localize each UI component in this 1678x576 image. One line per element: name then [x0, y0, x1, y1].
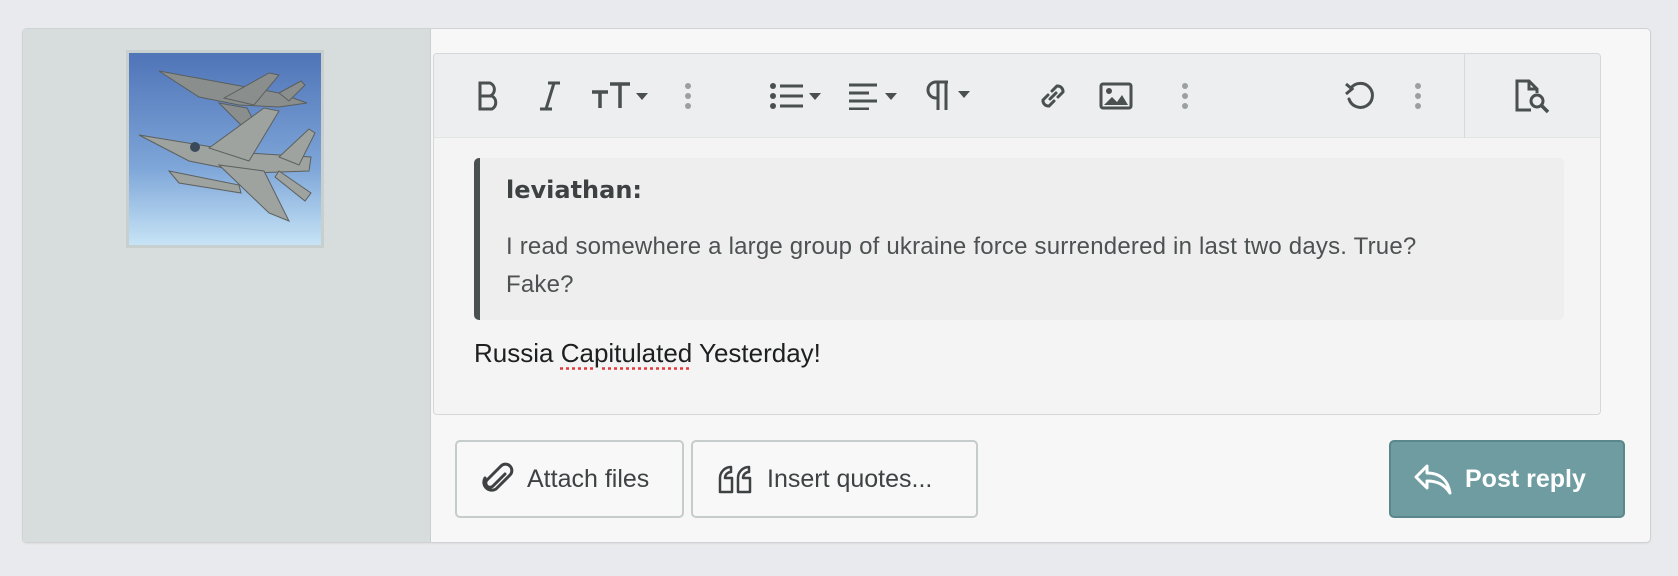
attach-files-label: Attach files [527, 464, 650, 493]
reply-icon [1413, 462, 1453, 496]
bold-icon[interactable] [472, 76, 506, 116]
reply-text-part: Russia [474, 338, 561, 368]
quote-icon [717, 464, 755, 494]
quote-author: leviathan: [506, 176, 643, 204]
paperclip-icon [481, 462, 515, 496]
more-vertical-icon[interactable] [680, 76, 696, 116]
reply-text[interactable]: Russia Capitulated Yesterday! [474, 338, 821, 369]
editor-content[interactable]: leviathan: I read somewhere a large grou… [434, 138, 1600, 414]
quote-text-line: I read somewhere a large group of ukrain… [506, 233, 1417, 260]
post-reply-label: Post reply [1465, 464, 1586, 493]
quoted-post: leviathan: I read somewhere a large grou… [474, 158, 1564, 320]
reply-text-part: Yesterday! [692, 338, 821, 368]
quote-text: I read somewhere a large group of ukrain… [506, 228, 1538, 304]
italic-icon[interactable] [535, 76, 565, 116]
image-icon[interactable] [1098, 76, 1134, 116]
attach-files-button[interactable]: Attach files [455, 440, 684, 518]
undo-icon[interactable] [1342, 76, 1378, 116]
text-size-icon[interactable] [590, 76, 652, 116]
quote-text-line: Fake? [506, 271, 574, 298]
align-icon[interactable] [847, 76, 903, 116]
paragraph-icon[interactable] [924, 76, 976, 116]
post-reply-button[interactable]: Post reply [1389, 440, 1625, 518]
more-vertical-icon[interactable] [1410, 76, 1426, 116]
link-icon[interactable] [1035, 76, 1071, 116]
insert-quotes-label: Insert quotes... [767, 464, 933, 493]
more-vertical-icon[interactable] [1177, 76, 1193, 116]
editor-toolbar [434, 54, 1600, 138]
list-icon[interactable] [769, 76, 825, 116]
avatar[interactable] [126, 50, 324, 248]
misspelled-word: Capitulated [560, 338, 693, 368]
rich-text-editor[interactable]: leviathan: I read somewhere a large grou… [433, 53, 1601, 415]
insert-quotes-button[interactable]: Insert quotes... [691, 440, 978, 518]
user-column [23, 29, 431, 542]
preview-icon[interactable] [1512, 76, 1552, 116]
toolbar-divider [1464, 54, 1465, 138]
